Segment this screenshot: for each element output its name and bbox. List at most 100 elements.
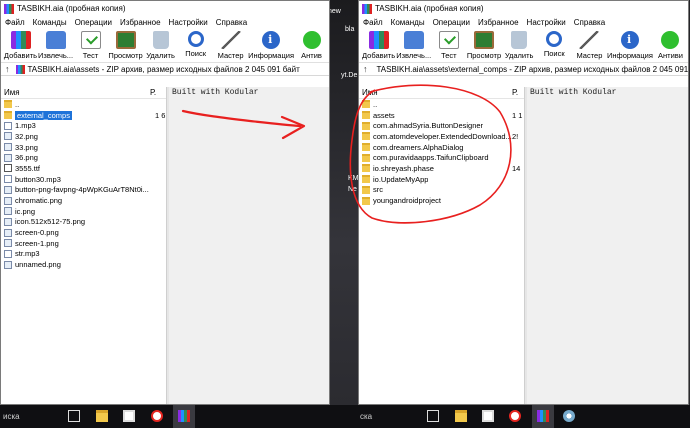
desktop-strip — [330, 0, 358, 405]
folder-row[interactable]: io.shreyash.phase 14 — [359, 163, 524, 174]
taskbar-search[interactable]: иска — [3, 412, 20, 421]
column-name[interactable]: Имя — [359, 88, 378, 97]
file-rows: .. external_comps 1 6 1.mp3 32.png 33.png 36.p… — [1, 99, 166, 270]
folder-icon — [362, 100, 370, 109]
folder-row[interactable]: com.dreamers.AlphaDialog — [359, 142, 524, 153]
task-view-icon[interactable] — [427, 410, 439, 422]
file-row[interactable]: 3555.ttf — [1, 163, 166, 174]
find-button[interactable]: Поиск — [537, 29, 572, 58]
file-name: youngandroidproject — [373, 196, 441, 206]
delete-button[interactable]: Удалить — [143, 29, 178, 60]
column-size[interactable]: Р. — [509, 88, 518, 97]
yandex-browser-icon[interactable] — [509, 410, 521, 422]
folder-row[interactable]: .. — [1, 99, 166, 110]
task-view-icon[interactable] — [68, 410, 80, 422]
store-icon[interactable] — [123, 410, 135, 422]
winrar-window-left: TASBIKH.aia (пробная копия) Файл Команды… — [0, 0, 330, 405]
file-row[interactable]: chromatic.png — [1, 195, 166, 206]
file-name: com.atomdeveloper.ExtendedDownload... — [373, 131, 512, 141]
up-arrow-icon[interactable]: ↑ — [5, 64, 10, 74]
path-field[interactable]: TASBIKH.aia\assets\external_comps - ZIP … — [377, 65, 689, 74]
taskbar-search[interactable]: ска — [360, 412, 372, 421]
store-icon[interactable] — [482, 410, 494, 422]
title-bar[interactable]: TASBIKH.aia (пробная копия) — [1, 1, 329, 16]
column-size[interactable]: Р. — [147, 88, 156, 97]
menu-help[interactable]: Справка — [216, 18, 247, 27]
title-bar[interactable]: TASBIKH.aia (пробная копия) — [359, 1, 688, 16]
file-row[interactable]: button-png-favpng-4pWpKGuArT8Nt0i... — [1, 185, 166, 196]
up-arrow-icon[interactable]: ↑ — [363, 64, 368, 74]
file-row[interactable]: ic.png — [1, 206, 166, 217]
file-row[interactable]: str.mp3 — [1, 249, 166, 260]
test-button[interactable]: Тест — [431, 29, 466, 60]
file-explorer-icon[interactable] — [455, 410, 467, 422]
extract-button[interactable]: Извлечь... — [396, 29, 431, 60]
folder-icon — [362, 196, 370, 205]
folder-row[interactable]: io.UpdateMyApp — [359, 174, 524, 185]
menu-file[interactable]: Файл — [5, 18, 25, 27]
antivirus-button[interactable]: Антив — [294, 29, 329, 60]
menu-favorites[interactable]: Избранное — [478, 18, 519, 27]
folder-row[interactable]: youngandroidproject — [359, 195, 524, 206]
file-row[interactable]: screen-0.png — [1, 227, 166, 238]
wizard-button[interactable]: Мастер — [213, 29, 248, 60]
folder-row[interactable]: com.atomdeveloper.ExtendedDownload... 2! — [359, 131, 524, 142]
folder-icon — [362, 153, 370, 162]
file-row[interactable]: screen-1.png — [1, 238, 166, 249]
folder-row[interactable]: external_comps 1 6 — [1, 110, 166, 121]
folder-row[interactable]: .. — [359, 99, 524, 110]
menu-commands[interactable]: Команды — [391, 18, 425, 27]
winrar-task-icon[interactable] — [537, 410, 549, 422]
view-button[interactable]: Просмотр — [466, 29, 501, 60]
delete-button[interactable]: Удалить — [502, 29, 537, 60]
path-bar: ↑ TASBIKH.aia\assets\external_comps - ZI… — [359, 63, 688, 76]
menu-favorites[interactable]: Избранное — [120, 18, 161, 27]
view-button[interactable]: Просмотр — [108, 29, 143, 60]
add-button[interactable]: Добавить — [361, 29, 396, 60]
file-row[interactable]: 36.png — [1, 152, 166, 163]
file-icon — [4, 239, 12, 248]
menu-operations[interactable]: Операции — [433, 18, 470, 27]
file-row[interactable]: unnamed.png — [1, 259, 166, 270]
menu-commands[interactable]: Команды — [33, 18, 67, 27]
file-row[interactable]: button30.mp3 — [1, 174, 166, 185]
yandex-browser-icon[interactable] — [151, 410, 163, 422]
folder-icon — [362, 175, 370, 184]
info-button[interactable]: Информация — [607, 29, 653, 60]
folder-icon — [362, 185, 370, 194]
menu-file[interactable]: Файл — [363, 18, 383, 27]
folder-row[interactable]: com.ahmadSyria.ButtonDesigner — [359, 120, 524, 131]
view-icon — [473, 31, 494, 49]
desktop-label: yt.De — [341, 72, 358, 79]
wizard-icon — [220, 31, 241, 49]
menu-settings[interactable]: Настройки — [527, 18, 566, 27]
folder-row[interactable]: com.puravidaapps.TaifunClipboard — [359, 152, 524, 163]
folder-row[interactable]: src — [359, 185, 524, 196]
test-button[interactable]: Тест — [73, 29, 108, 60]
info-button[interactable]: Информация — [248, 29, 294, 60]
antivirus-button[interactable]: Антиви — [653, 29, 688, 60]
menu-help[interactable]: Справка — [574, 18, 605, 27]
file-row[interactable]: 32.png — [1, 131, 166, 142]
folder-row[interactable]: assets 1 1 — [359, 110, 524, 121]
menu-settings[interactable]: Настройки — [169, 18, 208, 27]
panes: Имя Р. .. assets 1 1 com.ahmadSyria.ButtonD… — [359, 87, 688, 404]
comment-pane: Built with Kodular — [169, 87, 329, 404]
add-button[interactable]: Добавить — [3, 29, 38, 60]
file-explorer-icon[interactable] — [96, 410, 108, 422]
file-icon — [4, 121, 12, 130]
extract-button[interactable]: Извлечь... — [38, 29, 73, 60]
find-button[interactable]: Поиск — [178, 29, 213, 58]
file-name: .. — [373, 99, 378, 109]
paint-app-icon[interactable] — [563, 410, 575, 422]
column-name[interactable]: Имя — [1, 88, 20, 97]
winrar-task-icon[interactable] — [178, 410, 190, 422]
menu-operations[interactable]: Операции — [75, 18, 112, 27]
path-field[interactable]: TASBIKH.aia\assets - ZIP архив, размер и… — [28, 65, 300, 74]
file-name: str.mp3 — [15, 249, 40, 259]
wizard-button[interactable]: Мастер — [572, 29, 607, 60]
file-row[interactable]: 1.mp3 — [1, 120, 166, 131]
file-row[interactable]: 33.png — [1, 142, 166, 153]
folder-icon — [362, 164, 370, 173]
file-row[interactable]: icon.512x512-75.png — [1, 217, 166, 228]
